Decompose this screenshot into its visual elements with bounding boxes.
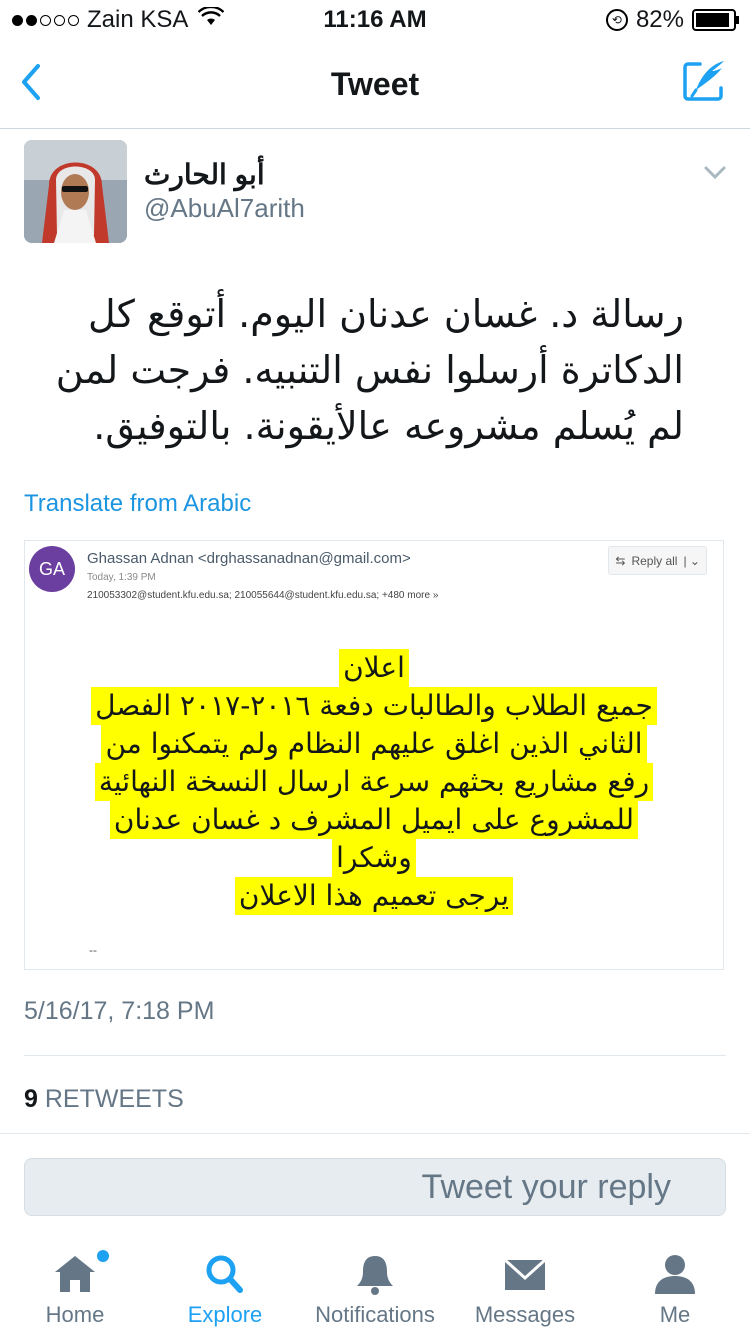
tab-label: Home [45,1302,105,1327]
page-title: Tweet [330,66,420,102]
person-icon [655,1255,695,1294]
avatar[interactable] [24,140,127,243]
email-date: Today, 1:39 PM [87,572,156,583]
tweet-text: رسالة د. غسان عدنان اليوم. أتوقع كل الدك… [55,292,684,448]
retweets-number: 9 [24,1085,38,1113]
email-line: الثاني الذين اغلق عليهم النظام ولم يتمكن… [101,725,647,763]
tweet-timestamp: 5/16/17, 7:18 PM [24,997,215,1025]
sender-avatar: GA [29,546,75,592]
reply-all-label: Reply all [631,553,678,568]
email-line: رفع مشاريع بحثهم سرعة ارسال النسخة النها… [94,763,654,801]
tab-explore[interactable]: Explore [150,1236,300,1334]
email-recipients: 210053302@student.kfu.edu.sa; 210055644@… [87,590,431,601]
email-line: جميع الطلاب والطالبات دفعة ٢٠١٦-٢٠١٧ الف… [91,687,657,725]
retweets-label: RETWEETS [44,1085,184,1113]
bell-icon [357,1256,393,1295]
status-bar: Zain KSA 11:16 AM ⟲ 82% [0,0,750,40]
divider [24,1055,726,1056]
tab-label: Notifications [315,1302,435,1327]
tab-me[interactable]: Me [600,1236,750,1334]
battery-percent: 82% [635,6,684,33]
envelope-icon [503,1258,547,1290]
tab-label: Messages [474,1302,576,1327]
email-sender: Ghassan Adnan <drghassanadnan@gmail.com> [87,550,411,567]
email-line: اعلان [339,649,409,687]
email-body: اعلان جميع الطلاب والطالبات دفعة ٢٠١٦-٢٠… [65,649,683,915]
email-signature: -- [89,943,97,957]
reply-input[interactable]: Tweet your reply [24,1158,726,1216]
tab-messages[interactable]: Messages [450,1236,600,1334]
reply-all-button: ⇆ Reply all | ⌄ [608,546,707,575]
tab-bar: Home Explore Notifications Messages Me [0,1236,750,1334]
chevron-down-icon[interactable] [704,166,726,180]
display-name[interactable]: أبو الحارث [144,158,265,191]
tab-notifications[interactable]: Notifications [300,1236,450,1334]
new-content-badge [97,1250,109,1262]
retweets-count[interactable]: 9 RETWEETS [24,1085,184,1114]
tab-home[interactable]: Home [0,1236,150,1334]
dropdown-arrow-icon: | ⌄ [683,553,700,568]
tab-label: Explore [187,1302,263,1327]
expand-icon: » [432,590,439,601]
translate-link[interactable]: Translate from Arabic [24,490,251,518]
navigation-bar: Tweet [0,40,750,129]
user-handle[interactable]: @AbuAl7arith [144,193,305,224]
email-line: للمشروع على ايميل المشرف د غسان عدنان [109,801,639,839]
tab-label: Me [659,1302,691,1327]
divider [0,1133,750,1134]
tweet-media-image[interactable]: GA Ghassan Adnan <drghassanadnan@gmail.c… [24,540,724,970]
email-line: يرجى تعميم هذا الاعلان [234,877,514,915]
search-icon [206,1255,243,1293]
compose-tweet-icon[interactable] [682,58,728,104]
battery-icon [692,9,739,31]
rotation-lock-icon: ⟲ [605,9,628,31]
email-line: وشكرا [332,839,416,877]
reply-all-icon: ⇆ [615,553,626,568]
home-icon [55,1256,95,1292]
